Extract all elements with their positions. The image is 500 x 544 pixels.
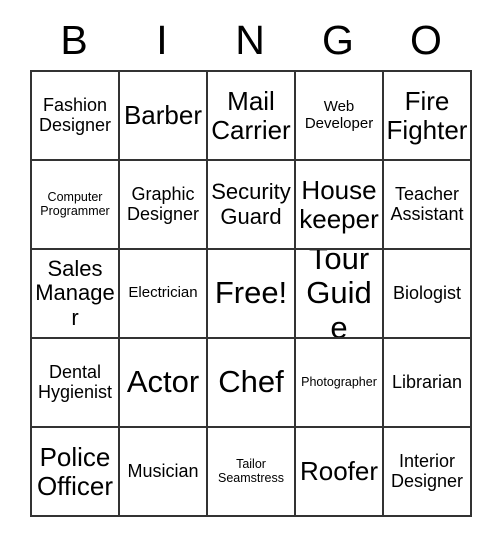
bingo-cell-label: Dental Hygienist [37, 361, 113, 402]
bingo-grid: Fashion Designer Barber Mail Carrier Web… [30, 70, 472, 517]
bingo-cell-label: Fire Fighter [386, 85, 468, 145]
bingo-cell-label: Electrician [128, 284, 198, 302]
header-letter-o: O [410, 16, 442, 63]
bingo-cell-label: Fashion Designer [38, 94, 112, 135]
bingo-cell[interactable]: Teacher Assistant [384, 161, 472, 250]
header-letter-b: B [60, 16, 88, 63]
header-letter-n: N [235, 16, 265, 63]
bingo-cell-label: Actor [126, 364, 200, 400]
bingo-cell-label: Tailor Seamstress [218, 456, 284, 485]
bingo-header: B I N G O [30, 12, 470, 68]
bingo-cell[interactable]: Security Guard [208, 161, 296, 250]
bingo-cell[interactable]: Police Officer [32, 428, 120, 517]
bingo-cell[interactable]: House keeper [296, 161, 384, 250]
bingo-cell-label: Roofer [299, 456, 379, 487]
bingo-cell-label: Free! [214, 275, 288, 311]
bingo-cell[interactable]: Interior Designer [384, 428, 472, 517]
bingo-cell-label: Barber [123, 100, 203, 131]
bingo-cell[interactable]: Dental Hygienist [32, 339, 120, 428]
bingo-cell[interactable]: Barber [120, 72, 208, 161]
bingo-cell-label: Musician [127, 460, 199, 481]
bingo-cell[interactable]: Actor [120, 339, 208, 428]
bingo-cell-label: Chef [218, 364, 284, 400]
bingo-cell-label: Interior Designer [390, 450, 464, 491]
bingo-card: B I N G O Fashion Designer Barber Mail C… [0, 0, 500, 544]
bingo-cell[interactable]: Photographer [296, 339, 384, 428]
bingo-cell[interactable]: Graphic Designer [120, 161, 208, 250]
bingo-cell-label: Police Officer [36, 441, 114, 501]
bingo-cell[interactable]: Fashion Designer [32, 72, 120, 161]
bingo-cell-label: Mail Carrier [211, 85, 291, 145]
bingo-cell-label: Biologist [392, 282, 462, 303]
bingo-cell[interactable]: Chef [208, 339, 296, 428]
bingo-cell-label: House keeper [299, 174, 379, 234]
bingo-cell-label: Security Guard [211, 179, 291, 229]
bingo-cell[interactable]: Fire Fighter [384, 72, 472, 161]
bingo-cell[interactable]: Tour Guide [296, 250, 384, 339]
bingo-cell[interactable]: Sales Manager [32, 250, 120, 339]
bingo-cell[interactable]: Computer Programmer [32, 161, 120, 250]
bingo-cell-label: Photographer [301, 374, 377, 389]
bingo-cell-label: Graphic Designer [126, 183, 200, 224]
header-letter-i: I [156, 16, 168, 63]
bingo-cell-label: Computer Programmer [40, 189, 110, 218]
bingo-cell-label: Librarian [391, 371, 463, 392]
bingo-cell-label: Tour Guide [306, 250, 372, 339]
bingo-cell[interactable]: Roofer [296, 428, 384, 517]
bingo-cell[interactable]: Tailor Seamstress [208, 428, 296, 517]
bingo-cell-free[interactable]: Free! [208, 250, 296, 339]
header-letter-g: G [322, 16, 354, 63]
bingo-cell[interactable]: Web Developer [296, 72, 384, 161]
bingo-cell[interactable]: Electrician [120, 250, 208, 339]
bingo-cell[interactable]: Librarian [384, 339, 472, 428]
bingo-cell[interactable]: Musician [120, 428, 208, 517]
bingo-cell-label: Teacher Assistant [390, 183, 464, 224]
bingo-cell-label: Sales Manager [35, 256, 115, 330]
bingo-cell[interactable]: Mail Carrier [208, 72, 296, 161]
bingo-cell[interactable]: Biologist [384, 250, 472, 339]
bingo-cell-label: Web Developer [304, 98, 374, 132]
